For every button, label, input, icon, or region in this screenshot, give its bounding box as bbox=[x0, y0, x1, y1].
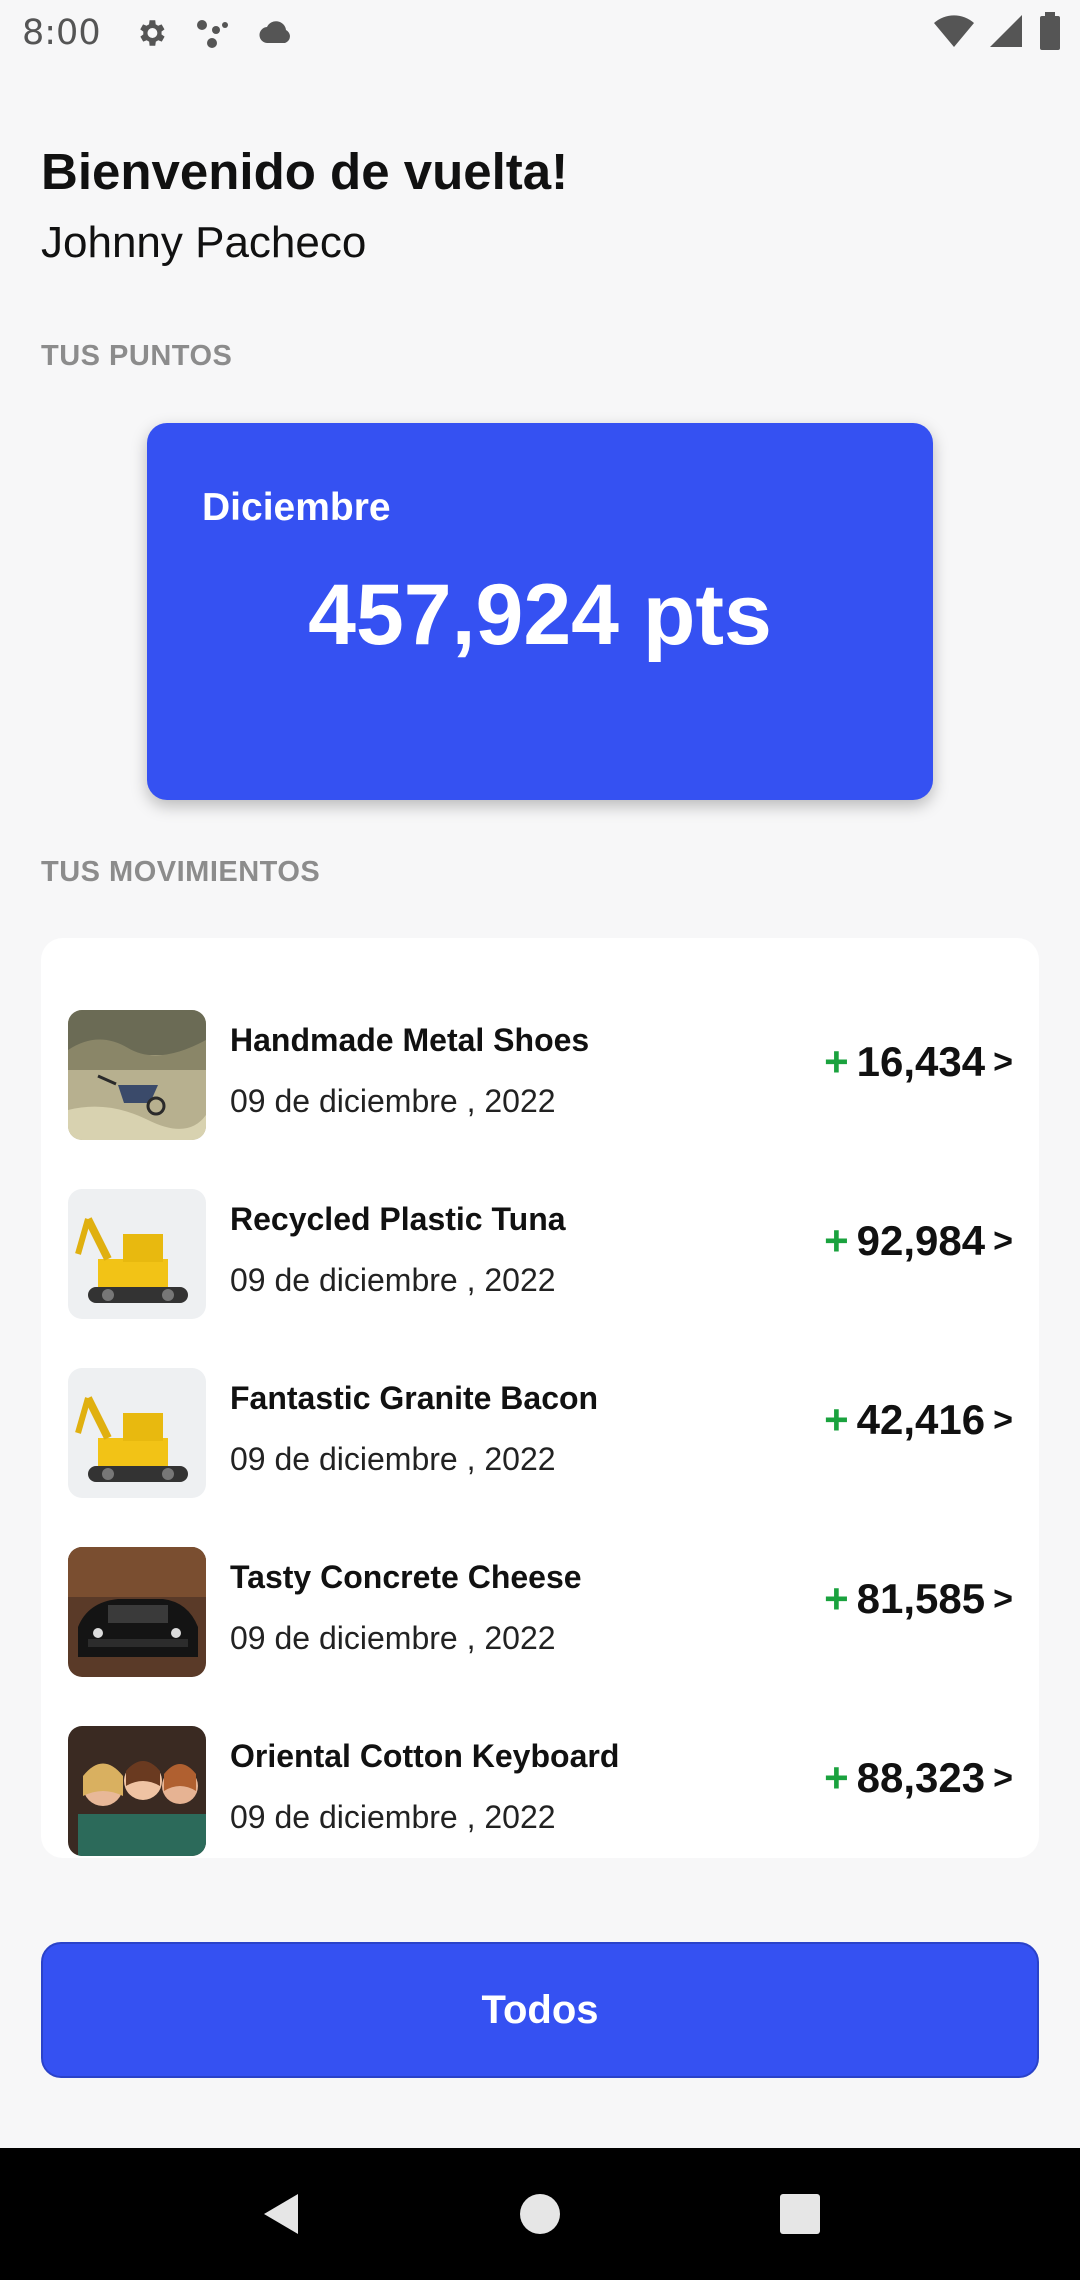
movement-amount: + 88,323 > bbox=[824, 1754, 1013, 1802]
points-card[interactable]: Diciembre 457,924 pts bbox=[147, 423, 933, 800]
movement-title: Oriental Cotton Keyboard bbox=[230, 1738, 620, 1774]
username: Johnny Pacheco bbox=[41, 218, 367, 267]
car-photo bbox=[68, 1547, 206, 1677]
toy-excavator-photo bbox=[68, 1189, 206, 1319]
movement-title: Fantastic Granite Bacon bbox=[230, 1380, 599, 1416]
list-item[interactable]: Handmade Metal Shoes 09 de diciembre , 2… bbox=[41, 1010, 1039, 1150]
movement-amount: + 42,416 > bbox=[824, 1396, 1013, 1444]
movement-date: 09 de diciembre , 2022 bbox=[230, 1799, 556, 1835]
cloud-icon bbox=[255, 13, 295, 53]
wifi-icon bbox=[934, 13, 974, 54]
movement-amount: + 81,585 > bbox=[824, 1575, 1013, 1623]
movements-list: Handmade Metal Shoes 09 de diciembre , 2… bbox=[41, 938, 1039, 1858]
chevron-right-icon: > bbox=[993, 1042, 1013, 1081]
movement-amount: + 16,434 > bbox=[824, 1038, 1013, 1086]
movement-date: 09 de diciembre , 2022 bbox=[230, 1262, 556, 1298]
movement-amount: + 92,984 > bbox=[824, 1217, 1013, 1265]
movement-points: 81,585 bbox=[856, 1575, 986, 1622]
movement-date: 09 de diciembre , 2022 bbox=[230, 1083, 556, 1119]
status-right bbox=[934, 12, 1062, 55]
page-title: Bienvenido de vuelta! bbox=[41, 143, 569, 200]
toy-excavator-photo bbox=[68, 1368, 206, 1498]
chevron-right-icon: > bbox=[993, 1758, 1013, 1797]
movement-date: 09 de diciembre , 2022 bbox=[230, 1620, 556, 1656]
group-photo bbox=[68, 1726, 206, 1856]
movement-points: 16,434 bbox=[856, 1038, 986, 1085]
movements-section-label: TUS MOVIMIENTOS bbox=[41, 856, 321, 888]
battery-icon bbox=[1038, 12, 1062, 55]
chevron-right-icon: > bbox=[993, 1221, 1013, 1260]
movement-title: Handmade Metal Shoes bbox=[230, 1022, 590, 1058]
chevron-right-icon: > bbox=[993, 1579, 1013, 1618]
assistant-dots-icon bbox=[193, 13, 233, 53]
home-icon[interactable] bbox=[500, 2174, 580, 2254]
list-item[interactable]: Recycled Plastic Tuna 09 de diciembre , … bbox=[41, 1189, 1039, 1329]
plus-sign: + bbox=[824, 1396, 849, 1443]
movement-date: 09 de diciembre , 2022 bbox=[230, 1441, 556, 1477]
all-movements-button[interactable]: Todos bbox=[41, 1942, 1039, 2078]
gear-icon bbox=[131, 13, 171, 53]
plus-sign: + bbox=[824, 1754, 849, 1801]
movement-points: 42,416 bbox=[856, 1396, 986, 1443]
movement-title: Tasty Concrete Cheese bbox=[230, 1559, 582, 1595]
chevron-right-icon: > bbox=[993, 1400, 1013, 1439]
points-month: Diciembre bbox=[202, 486, 391, 529]
list-item[interactable]: Oriental Cotton Keyboard 09 de diciembre… bbox=[41, 1726, 1039, 1858]
plus-sign: + bbox=[824, 1038, 849, 1085]
list-item[interactable]: Tasty Concrete Cheese 09 de diciembre , … bbox=[41, 1547, 1039, 1687]
movement-title: Recycled Plastic Tuna bbox=[230, 1201, 566, 1237]
list-item[interactable]: Fantastic Granite Bacon 09 de diciembre … bbox=[41, 1368, 1039, 1508]
plus-sign: + bbox=[824, 1575, 849, 1622]
wheelbarrow-photo bbox=[68, 1010, 206, 1140]
signal-icon bbox=[988, 13, 1024, 54]
back-icon[interactable] bbox=[240, 2174, 320, 2254]
movement-points: 88,323 bbox=[856, 1754, 986, 1801]
points-section-label: TUS PUNTOS bbox=[41, 340, 233, 372]
status-bar: 8:00 bbox=[0, 0, 1080, 66]
status-time: 8:00 bbox=[22, 13, 101, 53]
movement-points: 92,984 bbox=[856, 1217, 986, 1264]
navigation-bar bbox=[0, 2148, 1080, 2280]
points-value: 457,924 pts bbox=[308, 567, 772, 663]
plus-sign: + bbox=[824, 1217, 849, 1264]
recents-icon[interactable] bbox=[760, 2174, 840, 2254]
